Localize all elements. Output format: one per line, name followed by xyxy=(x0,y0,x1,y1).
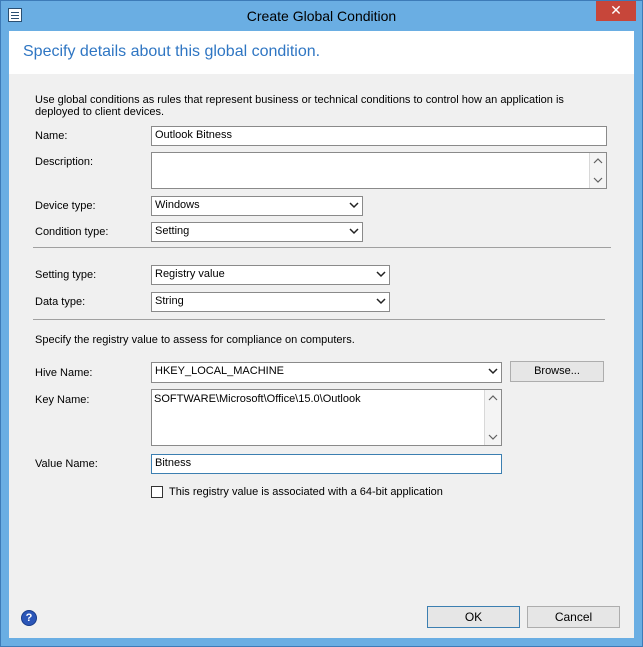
scroll-up-icon[interactable] xyxy=(485,390,501,406)
chevron-down-icon xyxy=(488,368,498,375)
title-bar[interactable]: Create Global Condition ✕ xyxy=(1,1,642,31)
description-scrollbar[interactable] xyxy=(589,153,606,188)
key-name-scrollbar[interactable] xyxy=(484,390,501,445)
data-type-select[interactable]: String xyxy=(151,292,390,312)
data-type-value: String xyxy=(155,295,184,307)
value-name-input[interactable]: Bitness xyxy=(151,454,502,474)
scroll-up-icon[interactable] xyxy=(590,153,606,169)
dialog-window: Create Global Condition ✕ Specify detail… xyxy=(0,0,643,647)
chevron-down-icon xyxy=(349,228,359,235)
data-type-label: Data type: xyxy=(35,296,86,308)
key-name-label: Key Name: xyxy=(35,394,90,406)
condition-type-label: Condition type: xyxy=(35,226,109,238)
hive-name-label: Hive Name: xyxy=(35,367,93,379)
device-type-value: Windows xyxy=(155,199,200,211)
hive-name-select[interactable]: HKEY_LOCAL_MACHINE xyxy=(151,362,502,383)
key-name-input[interactable]: SOFTWARE\Microsoft\Office\15.0\Outlook xyxy=(151,389,502,446)
intro-text: Use global conditions as rules that repr… xyxy=(35,94,564,118)
condition-type-select[interactable]: Setting xyxy=(151,222,363,242)
scroll-down-icon[interactable] xyxy=(590,172,606,188)
registry-intro-text: Specify the registry value to assess for… xyxy=(35,334,355,346)
browse-button[interactable]: Browse... xyxy=(510,361,604,382)
dialog-content: Specify details about this global condit… xyxy=(9,31,634,638)
ok-button[interactable]: OK xyxy=(427,606,520,628)
help-icon[interactable]: ? xyxy=(21,610,37,626)
cancel-button[interactable]: Cancel xyxy=(527,606,620,628)
device-type-select[interactable]: Windows xyxy=(151,196,363,216)
close-button[interactable]: ✕ xyxy=(596,1,636,21)
scroll-down-icon[interactable] xyxy=(485,429,501,445)
bit64-checkbox[interactable] xyxy=(151,486,163,498)
device-type-label: Device type: xyxy=(35,200,96,212)
page-title: Specify details about this global condit… xyxy=(23,43,321,60)
value-name-label: Value Name: xyxy=(35,458,98,470)
key-name-value: SOFTWARE\Microsoft\Office\15.0\Outlook xyxy=(154,393,361,405)
description-input[interactable] xyxy=(151,152,607,189)
separator xyxy=(33,319,605,320)
window-title: Create Global Condition xyxy=(246,8,397,24)
chevron-down-icon xyxy=(349,202,359,209)
bit64-label[interactable]: This registry value is associated with a… xyxy=(169,486,443,498)
chevron-down-icon xyxy=(376,298,386,305)
setting-type-select[interactable]: Registry value xyxy=(151,265,390,285)
setting-type-label: Setting type: xyxy=(35,269,97,281)
condition-type-value: Setting xyxy=(155,225,190,237)
setting-type-value: Registry value xyxy=(155,268,225,280)
chevron-down-icon xyxy=(376,271,386,278)
name-input[interactable]: Outlook Bitness xyxy=(151,126,607,146)
header-panel: Specify details about this global condit… xyxy=(9,31,634,74)
separator xyxy=(33,247,611,248)
name-label: Name: xyxy=(35,130,68,142)
description-label: Description: xyxy=(35,156,94,168)
hive-name-value: HKEY_LOCAL_MACHINE xyxy=(155,365,284,377)
